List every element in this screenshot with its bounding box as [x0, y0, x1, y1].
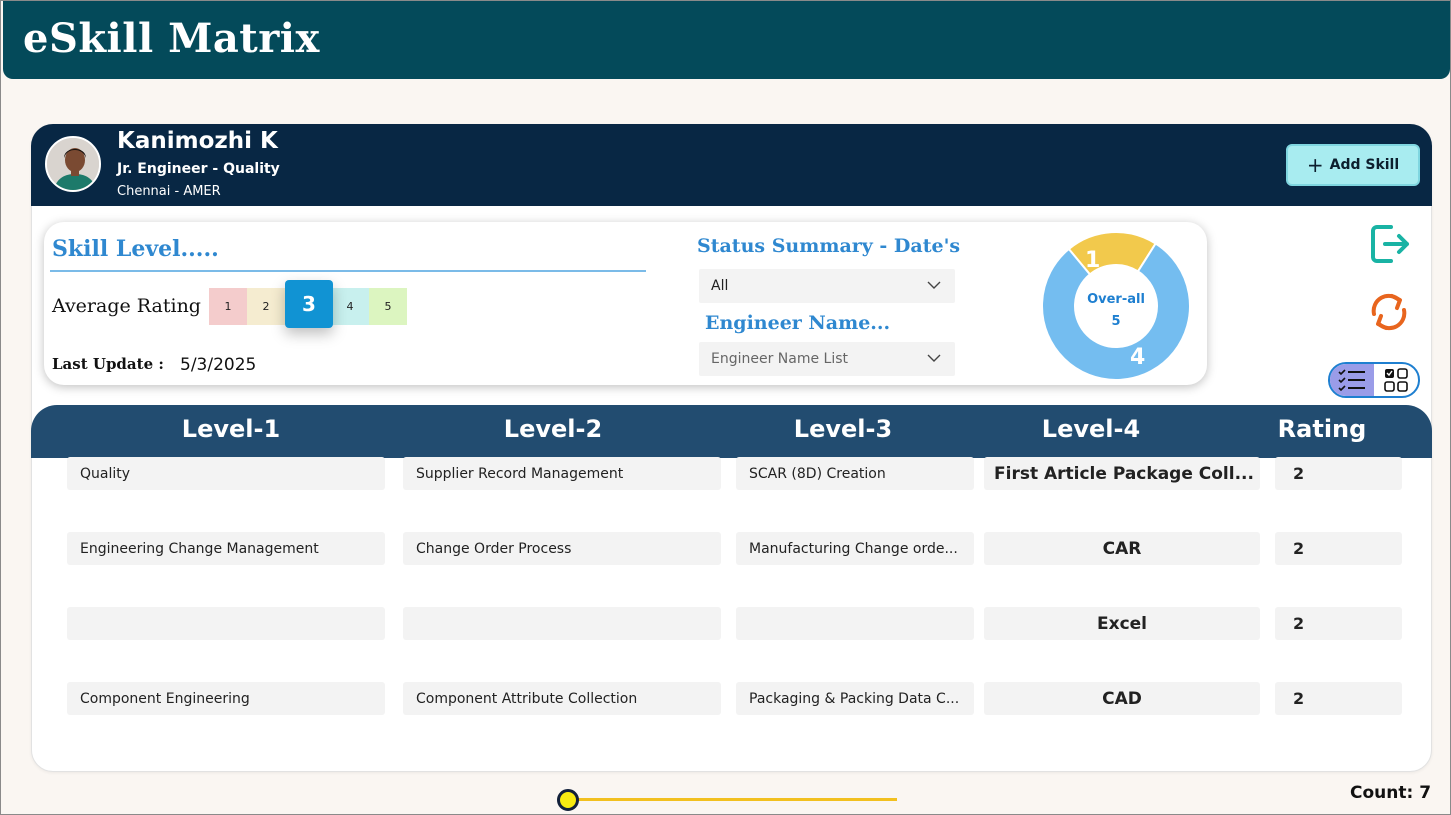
column-header-level-2[interactable]: Level-2 [453, 415, 653, 443]
cell-level-3[interactable]: Manufacturing Change orde... [736, 532, 974, 565]
engineer-dropdown-placeholder: Engineer Name List [711, 351, 849, 367]
cell-level-4[interactable]: CAR [984, 532, 1260, 565]
cell-level-4[interactable]: Excel [984, 607, 1260, 640]
cell-level-3[interactable]: Packaging & Packing Data C... [736, 682, 974, 715]
donut-slice-label-4: 4 [1130, 345, 1146, 370]
last-update-value: 5/3/2025 [180, 355, 257, 375]
last-update-label: Last Update : [52, 355, 164, 373]
profile-name: Kanimozhi K [117, 128, 278, 154]
rating-cell-3-active[interactable]: 3 [285, 280, 333, 328]
avatar [45, 136, 101, 192]
skill-table-header: Level-1 Level-2 Level-3 Level-4 Rating [31, 405, 1432, 458]
cell-level-4[interactable]: First Article Package Coll... [984, 457, 1260, 490]
donut-slice-label-1: 1 [1085, 248, 1101, 273]
exit-icon[interactable] [1367, 221, 1413, 267]
chevron-down-icon [927, 354, 941, 362]
cell-level-1[interactable]: Quality [67, 457, 385, 490]
cell-level-4[interactable]: CAD [984, 682, 1260, 715]
donut-center-value: 5 [1111, 314, 1121, 329]
column-header-level-1[interactable]: Level-1 [131, 415, 331, 443]
plus-icon: + [1306, 153, 1324, 177]
engineer-name-dropdown[interactable]: Engineer Name List [699, 342, 955, 376]
chevron-down-icon [927, 281, 941, 289]
average-rating-label: Average Rating [52, 295, 201, 317]
cell-level-1[interactable]: Engineering Change Management [67, 532, 385, 565]
grid-icon[interactable] [1374, 364, 1418, 396]
view-toggle [1328, 362, 1420, 398]
cell-level-3[interactable] [736, 607, 974, 640]
overall-donut-chart[interactable]: Over-all 5 1 4 [1041, 231, 1191, 381]
profile-bar: Kanimozhi K Jr. Engineer - Quality Chenn… [31, 124, 1432, 206]
status-date-dropdown[interactable]: All [699, 269, 955, 303]
cell-level-2[interactable]: Supplier Record Management [403, 457, 721, 490]
rating-cell-4[interactable]: 4 [331, 288, 369, 325]
cell-rating[interactable]: 2 [1275, 607, 1402, 640]
status-summary-title: Status Summary - Date's [697, 235, 961, 257]
cell-level-2[interactable]: Change Order Process [403, 532, 721, 565]
cell-rating[interactable]: 2 [1275, 682, 1402, 715]
cell-level-2[interactable] [403, 607, 721, 640]
app-title: eSkill Matrix [23, 15, 320, 62]
column-header-level-3[interactable]: Level-3 [743, 415, 943, 443]
status-dropdown-value: All [711, 278, 729, 294]
engineer-name-title: Engineer Name... [705, 312, 891, 334]
cell-level-3[interactable]: SCAR (8D) Creation [736, 457, 974, 490]
skill-level-divider [50, 270, 646, 272]
rating-cell-1[interactable]: 1 [209, 288, 247, 325]
cell-level-2[interactable]: Component Attribute Collection [403, 682, 721, 715]
cell-rating[interactable]: 2 [1275, 457, 1402, 490]
rating-cell-5[interactable]: 5 [369, 288, 407, 325]
cell-level-1[interactable]: Component Engineering [67, 682, 385, 715]
add-skill-button[interactable]: + Add Skill [1286, 144, 1420, 186]
skill-level-title: Skill Level..... [52, 236, 219, 262]
add-skill-label: Add Skill [1329, 157, 1400, 173]
refresh-icon[interactable] [1366, 288, 1412, 336]
page-slider-handle[interactable] [557, 789, 579, 811]
profile-role: Jr. Engineer - Quality [117, 161, 280, 177]
summary-card: Skill Level..... Average Rating 1 2 4 5 … [44, 222, 1207, 385]
record-count: Count: 7 [1350, 783, 1432, 803]
column-header-level-4[interactable]: Level-4 [991, 415, 1191, 443]
checklist-icon[interactable] [1330, 364, 1374, 396]
profile-location: Chennai - AMER [117, 184, 221, 199]
cell-rating[interactable]: 2 [1275, 532, 1402, 565]
page-slider-track[interactable] [568, 798, 897, 801]
column-header-rating[interactable]: Rating [1272, 415, 1372, 443]
rating-cell-2[interactable]: 2 [247, 288, 285, 325]
cell-level-1[interactable] [67, 607, 385, 640]
app-header: eSkill Matrix [3, 1, 1450, 79]
donut-center-label: Over-all [1087, 292, 1145, 307]
